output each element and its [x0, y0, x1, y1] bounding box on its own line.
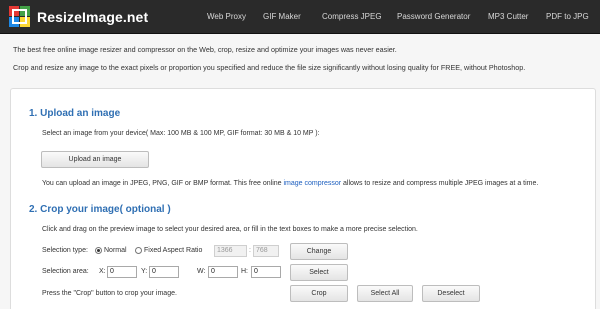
upload-note: You can upload an image in JPEG, PNG, GI…: [42, 180, 538, 187]
w-label: W:: [197, 268, 206, 275]
w-input[interactable]: 0: [208, 266, 238, 278]
crop-instruction: Click and drag on the preview image to s…: [42, 226, 418, 233]
nav-mp3-cutter[interactable]: MP3 Cutter: [488, 12, 528, 21]
main-panel: 1. Upload an image Select an image from …: [10, 88, 596, 309]
y-label: Y:: [141, 268, 148, 275]
select-all-button[interactable]: Select All: [357, 285, 413, 302]
image-compressor-link[interactable]: image compressor: [284, 180, 342, 187]
nav-web-proxy[interactable]: Web Proxy: [207, 12, 246, 21]
x-input[interactable]: 0: [107, 266, 137, 278]
crop-heading: 2. Crop your image( optional ): [29, 204, 171, 215]
logo-icon[interactable]: [9, 6, 31, 28]
deselect-button[interactable]: Deselect: [422, 285, 480, 302]
upload-note-text: You can upload an image in JPEG, PNG, GI…: [42, 180, 282, 187]
intro-text-2: Crop and resize any image to the exact p…: [13, 63, 526, 72]
nav-password-generator[interactable]: Password Generator: [397, 12, 470, 21]
upload-note-text-end: allows to resize and compress multiple J…: [343, 180, 539, 187]
brand-name[interactable]: ResizeImage.net: [37, 9, 148, 25]
change-button[interactable]: Change: [290, 243, 348, 260]
intro-text-1: The best free online image resizer and c…: [13, 45, 397, 54]
ratio-height-input[interactable]: 768: [253, 245, 279, 257]
ratio-width-input[interactable]: 1366: [214, 245, 247, 257]
crop-button[interactable]: Crop: [290, 285, 348, 302]
h-label: H:: [241, 268, 248, 275]
h-input[interactable]: 0: [251, 266, 281, 278]
radio-fixed-aspect-ratio[interactable]: [135, 247, 142, 254]
selection-area-label: Selection area:: [42, 268, 89, 275]
upload-heading: 1. Upload an image: [29, 108, 121, 119]
ratio-separator: :: [249, 247, 251, 254]
nav-compress-jpeg[interactable]: Compress JPEG: [322, 12, 382, 21]
nav-gif-maker[interactable]: GIF Maker: [263, 12, 301, 21]
select-button[interactable]: Select: [290, 264, 348, 281]
selection-type-label: Selection type:: [42, 247, 88, 254]
radio-fixed-label: Fixed Aspect Ratio: [144, 247, 203, 254]
y-input[interactable]: 0: [149, 266, 179, 278]
crop-hint: Press the "Crop" button to crop your ima…: [42, 290, 177, 297]
top-navigation-bar: ResizeImage.net Web Proxy GIF Maker Comp…: [0, 0, 600, 34]
radio-normal[interactable]: [95, 247, 102, 254]
upload-instruction: Select an image from your device( Max: 1…: [42, 130, 320, 137]
x-label: X:: [99, 268, 106, 275]
nav-pdf-to-jpg[interactable]: PDF to JPG: [546, 12, 589, 21]
upload-image-button[interactable]: Upload an image: [41, 151, 149, 168]
radio-normal-label: Normal: [104, 247, 127, 254]
